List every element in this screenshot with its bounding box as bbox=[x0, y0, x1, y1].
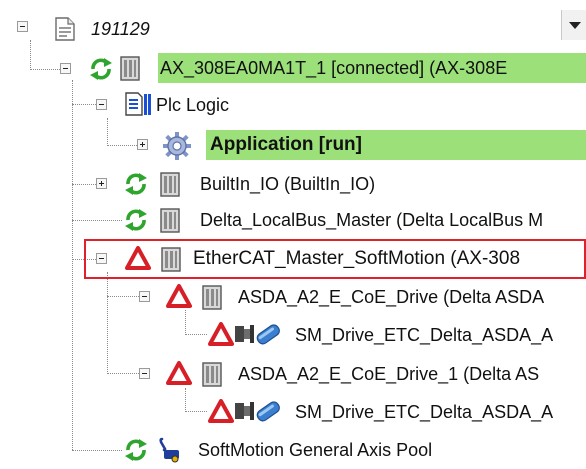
document-icon bbox=[53, 16, 77, 42]
sync-icon bbox=[88, 56, 114, 82]
tree-line bbox=[185, 411, 207, 412]
tree-line bbox=[107, 373, 139, 374]
axis-icon bbox=[234, 320, 284, 348]
plc-logic-icon bbox=[124, 91, 152, 117]
tree-line bbox=[72, 80, 73, 450]
sync-icon bbox=[123, 171, 149, 197]
device-icon bbox=[119, 54, 141, 82]
project-label[interactable]: 191129 bbox=[91, 14, 150, 44]
device-icon bbox=[201, 360, 223, 388]
tree-line bbox=[107, 145, 137, 146]
tree-line bbox=[30, 69, 60, 70]
axis-pool-label[interactable]: SoftMotion General Axis Pool bbox=[198, 435, 432, 465]
warning-icon bbox=[125, 246, 151, 270]
tree-line bbox=[30, 40, 31, 70]
collapse-expander[interactable] bbox=[139, 291, 150, 302]
tree-line bbox=[107, 118, 108, 146]
drive-2-label[interactable]: ASDA_A2_E_CoE_Drive_1 (Delta AS bbox=[238, 359, 539, 389]
ethercat-master-label[interactable]: EtherCAT_Master_SoftMotion (AX-308 bbox=[193, 244, 520, 274]
device-tree: 191129 AX_308EA0MA1T_1 [connected] (AX-3… bbox=[0, 0, 586, 467]
device-icon bbox=[201, 283, 223, 311]
local-bus-label[interactable]: Delta_LocalBus_Master (Delta LocalBus M bbox=[200, 205, 543, 235]
collapse-expander[interactable] bbox=[60, 63, 71, 74]
tree-line bbox=[107, 296, 139, 297]
warning-icon bbox=[166, 284, 192, 308]
axis-icon bbox=[234, 397, 284, 425]
warning-icon bbox=[208, 322, 234, 346]
axis-pool-icon bbox=[158, 436, 182, 469]
tree-line bbox=[107, 272, 108, 374]
tree-line bbox=[185, 388, 186, 412]
tree-line bbox=[72, 450, 122, 451]
collapse-expander[interactable] bbox=[139, 368, 150, 379]
collapse-expander[interactable] bbox=[96, 253, 107, 264]
expand-expander[interactable] bbox=[96, 178, 107, 189]
drive-2-axis-label[interactable]: SM_Drive_ETC_Delta_ASDA_A bbox=[295, 397, 553, 427]
device-label[interactable]: AX_308EA0MA1T_1 [connected] (AX-308E bbox=[158, 53, 586, 83]
device-icon bbox=[159, 170, 181, 198]
application-label[interactable]: Application [run] bbox=[206, 130, 586, 160]
builtin-io-label[interactable]: BuiltIn_IO (BuiltIn_IO) bbox=[200, 169, 375, 199]
tree-line bbox=[185, 310, 186, 335]
plc-logic-label[interactable]: Plc Logic bbox=[156, 90, 229, 120]
sync-icon bbox=[123, 437, 149, 463]
warning-icon bbox=[208, 399, 234, 423]
sync-icon bbox=[123, 207, 149, 233]
warning-icon bbox=[166, 361, 192, 385]
project-dropdown-button[interactable] bbox=[561, 10, 586, 40]
device-icon bbox=[160, 245, 182, 273]
collapse-expander[interactable] bbox=[17, 21, 28, 32]
gear-icon bbox=[162, 131, 192, 161]
collapse-expander[interactable] bbox=[96, 99, 107, 110]
device-icon bbox=[159, 206, 181, 234]
expand-expander[interactable] bbox=[137, 139, 148, 150]
drive-1-axis-label[interactable]: SM_Drive_ETC_Delta_ASDA_A bbox=[295, 320, 553, 350]
drive-1-label[interactable]: ASDA_A2_E_CoE_Drive (Delta ASDA bbox=[238, 282, 544, 312]
tree-line bbox=[185, 334, 207, 335]
tree-line bbox=[72, 220, 122, 221]
